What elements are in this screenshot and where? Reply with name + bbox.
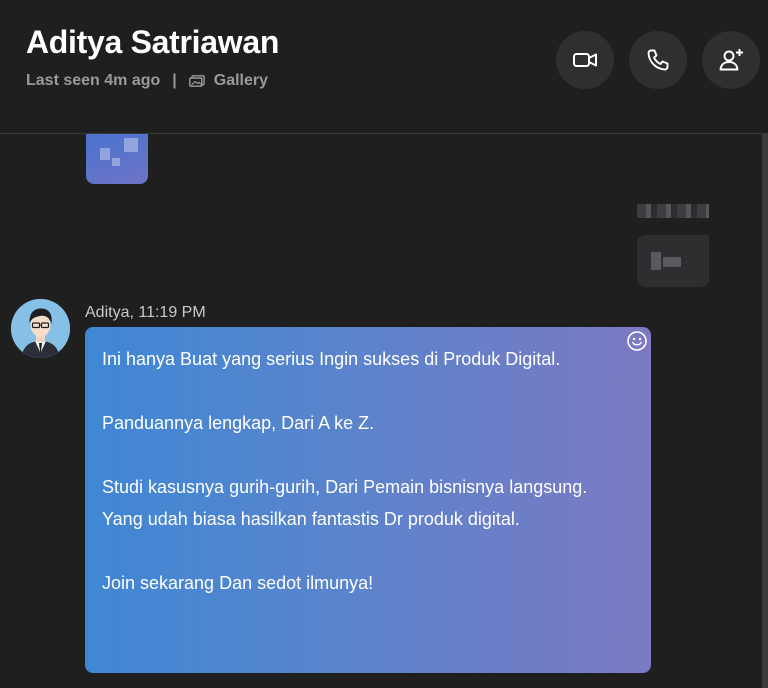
chat-header: Aditya Satriawan Last seen 4m ago | Gall…: [0, 0, 768, 134]
message-paragraph: Ini hanya Buat yang serius Ingin sukses …: [102, 349, 561, 369]
separator: |: [172, 72, 177, 89]
avatar[interactable]: [11, 299, 70, 358]
blurred-outgoing-message[interactable]: [637, 235, 709, 287]
phone-icon: [647, 49, 669, 71]
gallery-link[interactable]: Gallery: [188, 72, 269, 90]
scrollbar[interactable]: [762, 134, 768, 688]
blurred-image-message[interactable]: [86, 134, 148, 184]
incoming-message-bubble[interactable]: Ini hanya Buat yang serius Ingin sukses …: [85, 327, 651, 673]
message-paragraph: Join sekarang Dan sedot ilmunya!: [102, 573, 374, 593]
add-person-icon: [719, 49, 743, 71]
message-paragraph: Panduannya lengkap, Dari A ke Z.: [102, 413, 375, 433]
contact-status-line: Last seen 4m ago | Gallery: [26, 72, 268, 90]
gallery-icon: [188, 75, 205, 87]
last-seen-text: Last seen 4m ago: [26, 72, 161, 89]
avatar-illustration: [11, 299, 70, 358]
message-list[interactable]: Aditya, 11:19 PM Ini hanya Buat yang ser…: [0, 134, 768, 688]
voice-call-button[interactable]: [629, 31, 687, 89]
video-call-button[interactable]: [556, 31, 614, 89]
reaction-emoji-icon[interactable]: [626, 330, 648, 352]
gallery-label: Gallery: [213, 72, 269, 89]
video-call-icon: [573, 53, 597, 67]
blurred-timestamp: [637, 204, 709, 218]
message-sender-meta: Aditya, 11:19 PM: [85, 304, 206, 321]
contact-name[interactable]: Aditya Satriawan: [26, 24, 279, 61]
message-paragraph: Studi kasusnya gurih-gurih, Dari Pemain …: [102, 477, 588, 529]
add-participant-button[interactable]: [702, 31, 760, 89]
